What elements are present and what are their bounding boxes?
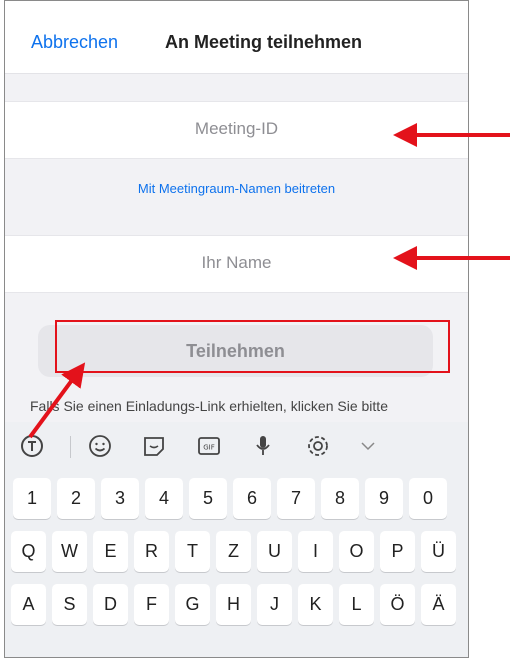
gif-icon[interactable]: GIF [196, 433, 222, 459]
key-F[interactable]: F [134, 584, 169, 625]
key-I[interactable]: I [298, 531, 333, 572]
translate-icon[interactable] [19, 433, 45, 459]
key-G[interactable]: G [175, 584, 210, 625]
page-title: An Meeting teilnehmen [165, 32, 363, 52]
key-Ö[interactable]: Ö [380, 584, 415, 625]
cancel-button[interactable]: Abbrechen [31, 32, 118, 53]
key-Z[interactable]: Z [216, 531, 251, 572]
key-2[interactable]: 2 [57, 478, 95, 519]
settings-icon[interactable] [305, 433, 331, 459]
keyboard-row-numbers: 1234567890 [11, 478, 463, 519]
key-O[interactable]: O [339, 531, 374, 572]
join-with-room-name-link[interactable]: Mit Meetingraum-Namen beitreten [5, 181, 468, 196]
key-Ü[interactable]: Ü [421, 531, 456, 572]
key-8[interactable]: 8 [321, 478, 359, 519]
keyboard-row-letters-1: QWERTZUIOPÜ [11, 531, 463, 572]
key-P[interactable]: P [380, 531, 415, 572]
key-J[interactable]: J [257, 584, 292, 625]
key-T[interactable]: T [175, 531, 210, 572]
key-H[interactable]: H [216, 584, 251, 625]
key-S[interactable]: S [52, 584, 87, 625]
key-Q[interactable]: Q [11, 531, 46, 572]
key-U[interactable]: U [257, 531, 292, 572]
chevron-down-icon[interactable] [355, 433, 381, 459]
key-6[interactable]: 6 [233, 478, 271, 519]
name-placeholder: Ihr Name [201, 253, 272, 272]
key-4[interactable]: 4 [145, 478, 183, 519]
phone-screen: Abbrechen An Meeting teilnehmen Meeting-… [4, 0, 469, 658]
key-R[interactable]: R [134, 531, 169, 572]
key-9[interactable]: 9 [365, 478, 403, 519]
keyboard-row-letters-2: ASDFGHJKLÖÄ [11, 584, 463, 625]
key-E[interactable]: E [93, 531, 128, 572]
meeting-id-field[interactable]: Meeting-ID [5, 101, 468, 159]
invite-link-note: Falls Sie einen Einladungs-Link erhielte… [30, 398, 388, 414]
keyboard-toolbar: GIF [5, 422, 468, 470]
sticker-icon[interactable] [141, 433, 167, 459]
name-field[interactable]: Ihr Name [5, 235, 468, 293]
meeting-id-placeholder: Meeting-ID [194, 119, 279, 138]
key-0[interactable]: 0 [409, 478, 447, 519]
key-D[interactable]: D [93, 584, 128, 625]
key-7[interactable]: 7 [277, 478, 315, 519]
key-Ä[interactable]: Ä [421, 584, 456, 625]
key-1[interactable]: 1 [13, 478, 51, 519]
key-A[interactable]: A [11, 584, 46, 625]
keyboard: GIF 1234567890 QWERTZUIOPÜ ASDFGHJKLÖÄ [5, 422, 468, 657]
key-K[interactable]: K [298, 584, 333, 625]
toolbar-divider [70, 436, 71, 458]
key-5[interactable]: 5 [189, 478, 227, 519]
header: Abbrechen An Meeting teilnehmen [5, 1, 468, 74]
microphone-icon[interactable] [250, 433, 276, 459]
key-L[interactable]: L [339, 584, 374, 625]
key-W[interactable]: W [52, 531, 87, 572]
svg-text:GIF: GIF [203, 444, 215, 452]
join-button-highlight [55, 320, 450, 373]
key-3[interactable]: 3 [101, 478, 139, 519]
emoji-icon[interactable] [87, 433, 113, 459]
